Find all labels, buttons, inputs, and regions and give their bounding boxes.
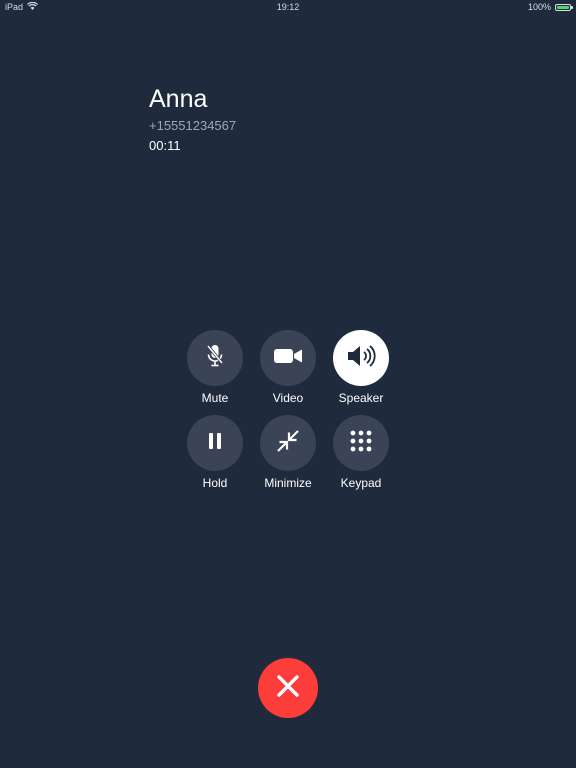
video-camera-icon	[273, 346, 303, 371]
hold-label: Hold	[202, 476, 228, 490]
caller-number: +15551234567	[149, 118, 237, 133]
speaker-button[interactable]: Speaker	[321, 330, 401, 405]
video-button-circle[interactable]	[260, 330, 316, 386]
keypad-button-circle[interactable]	[333, 415, 389, 471]
battery-percent: 100%	[527, 2, 551, 12]
mute-button[interactable]: Mute	[175, 330, 255, 405]
mute-button-circle[interactable]	[187, 330, 243, 386]
battery-fill	[557, 5, 569, 9]
status-time: 19:12	[276, 2, 300, 12]
pause-icon	[207, 431, 223, 456]
call-screen: iPad 19:12 100% Anna +15551234567 00:11	[0, 0, 576, 768]
hold-button-circle[interactable]	[187, 415, 243, 471]
minimize-label: Minimize	[264, 476, 312, 490]
status-bar: iPad 19:12 100%	[0, 0, 576, 16]
speaker-label: Speaker	[338, 391, 384, 405]
hold-button[interactable]: Hold	[175, 415, 255, 490]
speaker-icon	[346, 343, 376, 374]
minimize-arrows-icon	[275, 428, 301, 459]
mute-label: Mute	[201, 391, 229, 405]
battery-cap	[571, 5, 573, 9]
battery-icon	[555, 3, 573, 11]
minimize-button[interactable]: Minimize	[248, 415, 328, 490]
keypad-button[interactable]: Keypad	[321, 415, 401, 490]
caller-name: Anna	[149, 85, 208, 113]
close-x-icon	[276, 674, 300, 703]
minimize-button-circle[interactable]	[260, 415, 316, 471]
speaker-button-circle[interactable]	[333, 330, 389, 386]
video-label: Video	[272, 391, 304, 405]
status-right: 100%	[527, 2, 573, 12]
call-duration: 00:11	[149, 138, 181, 153]
end-call-button[interactable]	[258, 658, 318, 718]
keypad-label: Keypad	[340, 476, 382, 490]
microphone-muted-icon	[204, 343, 226, 374]
caller-info: Anna +15551234567 00:11	[149, 84, 236, 154]
keypad-icon	[349, 429, 373, 458]
video-button[interactable]: Video	[248, 330, 328, 405]
